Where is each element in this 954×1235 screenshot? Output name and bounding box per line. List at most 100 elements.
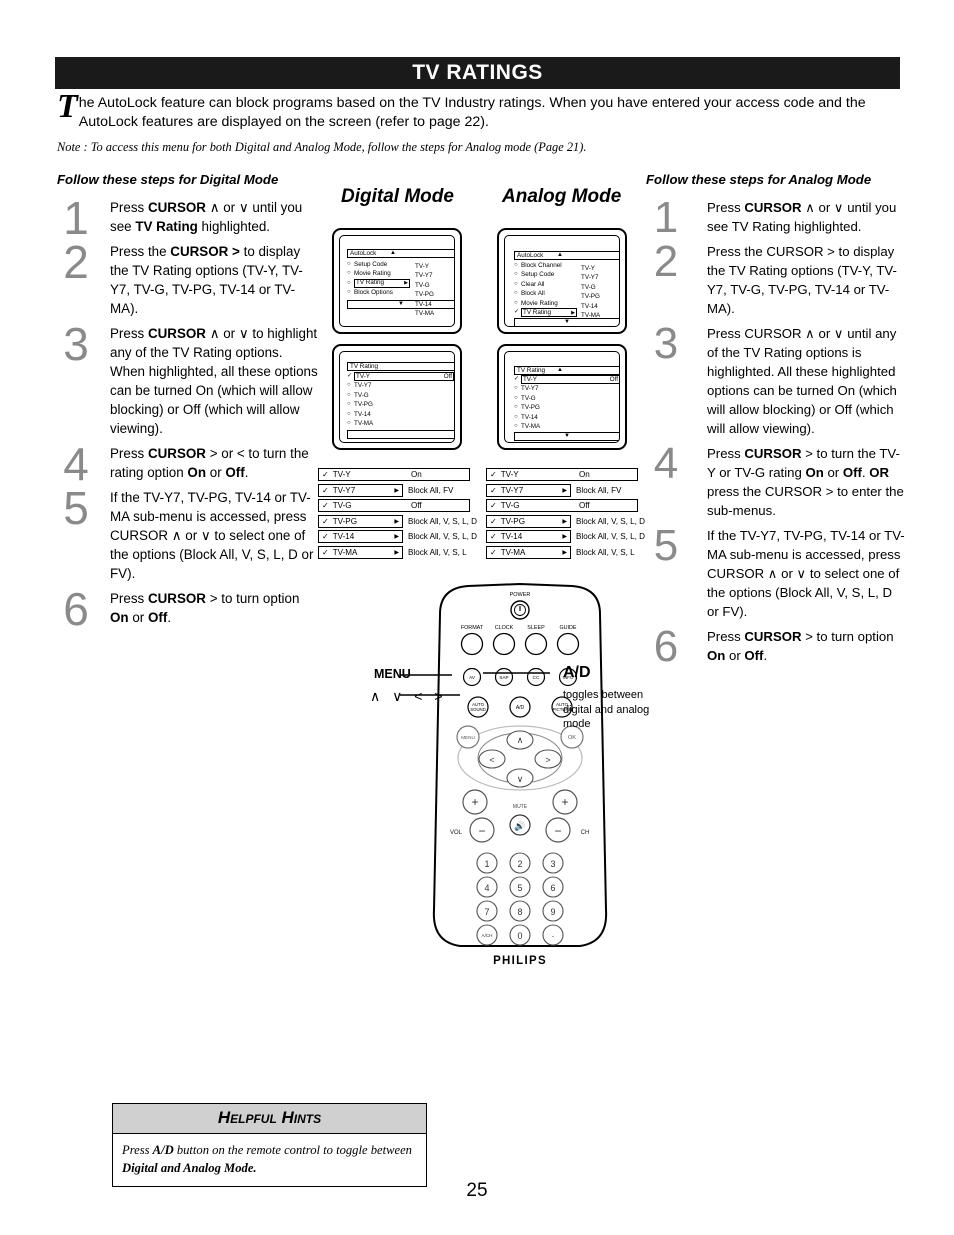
rating-option-name: TV-Y7	[500, 485, 524, 495]
rating-option-box[interactable]: ✓ TV-Y7 ▶	[486, 483, 571, 497]
check-icon: ✓	[322, 532, 329, 541]
minus-icon-right: −	[554, 824, 561, 838]
osd-item[interactable]: ○ Block Channel	[514, 261, 619, 270]
sleep-button[interactable]	[524, 632, 548, 656]
step-number: 3	[653, 319, 679, 368]
submenu-arrow-icon: ▶	[562, 518, 567, 525]
osd-item-label: TV Rating	[356, 279, 384, 287]
rating-option-box[interactable]: ✓ TV-14 ▶	[318, 530, 403, 543]
rating-option-name: TV-Y	[500, 470, 519, 479]
digital-mode-label: Digital Mode	[341, 186, 454, 207]
osd-item[interactable]: ○ TV-PG	[347, 400, 454, 409]
rating-option-row[interactable]: ✓ TV-Y On	[318, 468, 477, 481]
osd-item[interactable]: ○ TV-MA	[514, 422, 619, 431]
rating-option-box[interactable]: ✓ TV-G Off	[486, 499, 638, 512]
osd-item-selected[interactable]: ✓ TV-Y Off	[514, 375, 619, 385]
step-number: 4	[63, 438, 89, 490]
osd-rating-value: TV-G	[415, 281, 430, 289]
osd-item[interactable]: ○ TV-G	[514, 394, 619, 403]
bullet-icon: ○	[514, 262, 518, 268]
rating-option-box[interactable]: ✓ TV-MA ▶	[318, 545, 403, 559]
osd-item[interactable]: ○ TV-Y7	[514, 384, 619, 393]
osd-item[interactable]: ○ TV-Y7	[347, 381, 454, 390]
osd-item[interactable]: ○ Movie Rating	[347, 269, 454, 278]
guide-button[interactable]	[556, 632, 580, 656]
step-number: 2	[653, 237, 679, 286]
check-icon: ✓	[490, 485, 497, 495]
rating-option-row[interactable]: ✓ TV-14 ▶ Block All, V, S, L, D	[486, 530, 645, 543]
rating-option-row[interactable]: ✓ TV-G Off	[486, 499, 645, 512]
clock-button[interactable]	[492, 632, 516, 656]
osd-rating-value: TV-PG	[415, 291, 434, 299]
osd-title-bar: AutoLock ▲	[347, 249, 454, 258]
rating-option-value: Block All, V, S, L	[408, 547, 467, 557]
rating-option-name: TV-14	[500, 532, 523, 541]
step-text: Press CURSOR ∧ or ∨ until any of the TV …	[707, 326, 897, 436]
plus-icon-left: +	[471, 795, 478, 809]
osd-menu-items: ○ Block Channel ○ Setup Code ○ Clear All ○ Bloc…	[514, 261, 619, 318]
osd-item[interactable]: ○ TV-G	[347, 391, 454, 400]
digital-column-heading: Follow these steps for Digital Mode	[57, 172, 279, 187]
osd-item[interactable]: ○ Movie Rating	[514, 299, 619, 308]
osd-rating-value: TV-Y7	[415, 272, 433, 280]
step-number: 1	[653, 193, 679, 242]
helpful-hints-box: Helpful Hints Press A/D button on the re…	[112, 1103, 427, 1187]
rating-option-name: TV-PG	[500, 516, 525, 526]
osd-item[interactable]: ○ Block All	[514, 289, 619, 298]
check-icon: ✓	[322, 516, 329, 526]
rating-option-row[interactable]: ✓ TV-Y7 ▶ Block All, FV	[486, 483, 645, 497]
step-item: 6 Press CURSOR > to turn option On or Off…	[645, 625, 905, 669]
rating-option-box[interactable]: ✓ TV-14 ▶	[486, 530, 571, 543]
osd-item-selected[interactable]: ○ TV Rating ▶	[347, 278, 454, 288]
rating-option-row[interactable]: ✓ TV-14 ▶ Block All, V, S, L, D	[318, 530, 477, 543]
step-text: If the TV-Y7, TV-PG, TV-14 or TV-MA sub-…	[707, 528, 905, 619]
rating-option-box[interactable]: ✓ TV-Y7 ▶	[318, 483, 403, 497]
osd-item[interactable]: ○ Setup Code	[347, 260, 454, 269]
osd-item-selected[interactable]: ✓ TV-Y Off	[347, 372, 454, 382]
rating-option-row[interactable]: ✓ TV-MA ▶ Block All, V, S, L	[486, 545, 645, 559]
rating-option-value: Block All, V, S, L, D	[576, 532, 645, 541]
format-button[interactable]	[460, 632, 484, 656]
osd-item-label: Block Channel	[521, 262, 562, 269]
osd-item-highlight: TV Rating ▶	[354, 278, 410, 288]
rating-option-row[interactable]: ✓ TV-PG ▶ Block All, V, S, L, D	[486, 514, 645, 528]
check-icon: ✓	[490, 470, 497, 479]
step-text: Press CURSOR > or < to turn the rating o…	[110, 446, 309, 480]
rating-option-name: TV-Y	[332, 470, 351, 479]
key-ach-label: A/CH	[482, 933, 493, 938]
bullet-icon: ○	[514, 413, 518, 420]
osd-item[interactable]: ○ TV-14	[347, 410, 454, 419]
rating-option-row[interactable]: ✓ TV-PG ▶ Block All, V, S, L, D	[318, 514, 477, 528]
rating-option-row[interactable]: ✓ TV-MA ▶ Block All, V, S, L	[318, 545, 477, 559]
osd-item[interactable]: ○ Clear All	[514, 280, 619, 289]
rating-option-box[interactable]: ✓ TV-Y On	[318, 468, 470, 481]
osd-item[interactable]: ○ TV-14	[514, 413, 619, 422]
bullet-icon: ○	[347, 279, 351, 286]
rating-option-row[interactable]: ✓ TV-Y7 ▶ Block All, FV	[318, 483, 477, 497]
step-item: 5 If the TV-Y7, TV-PG, TV-14 or TV-MA sub…	[55, 485, 320, 583]
rating-option-box[interactable]: ✓ TV-PG ▶	[486, 514, 571, 528]
osd-item[interactable]: ○ Setup Code	[514, 270, 619, 279]
osd-item[interactable]: ○ TV-MA	[347, 419, 454, 428]
rating-option-name: TV-G	[500, 501, 520, 510]
digital-steps-list: 1 Press CURSOR ∧ or ∨ until you see TV Ra…	[55, 195, 320, 633]
osd-item-label: TV Rating	[523, 308, 551, 316]
rating-option-row[interactable]: ✓ TV-G Off	[318, 499, 477, 512]
analog-tvrating-screen: TV Rating ▲ ✓ TV-Y Off ○ TV-Y7 ○ TV-G ○ TV-PG ○ TV…	[497, 344, 627, 450]
rating-option-name: TV-14	[332, 532, 355, 541]
rating-option-box[interactable]: ✓ TV-G Off	[318, 499, 470, 512]
cursor-callout-glyphs: ∧ ∨ < >	[370, 688, 447, 704]
step-item: 4 Press CURSOR > or < to turn the rating …	[55, 438, 320, 490]
osd-rating-value: TV-14	[415, 300, 432, 308]
osd-item[interactable]: ○ Block Options	[347, 288, 454, 297]
rating-option-box[interactable]: ✓ TV-PG ▶	[318, 514, 403, 528]
rating-option-box[interactable]: ✓ TV-Y On	[486, 468, 638, 481]
osd-item[interactable]: ○ TV-PG	[514, 403, 619, 412]
rating-option-box[interactable]: ✓ TV-MA ▶	[486, 545, 571, 559]
osd-rating-value: TV-G	[581, 283, 596, 291]
menu-callout-label: MENU	[374, 667, 411, 681]
check-icon: ✓	[322, 547, 329, 557]
osd-item-selected[interactable]: ✓ TV Rating ▶	[514, 308, 619, 318]
rating-option-row[interactable]: ✓ TV-Y On	[486, 468, 645, 481]
rating-option-value: Off	[411, 501, 422, 510]
